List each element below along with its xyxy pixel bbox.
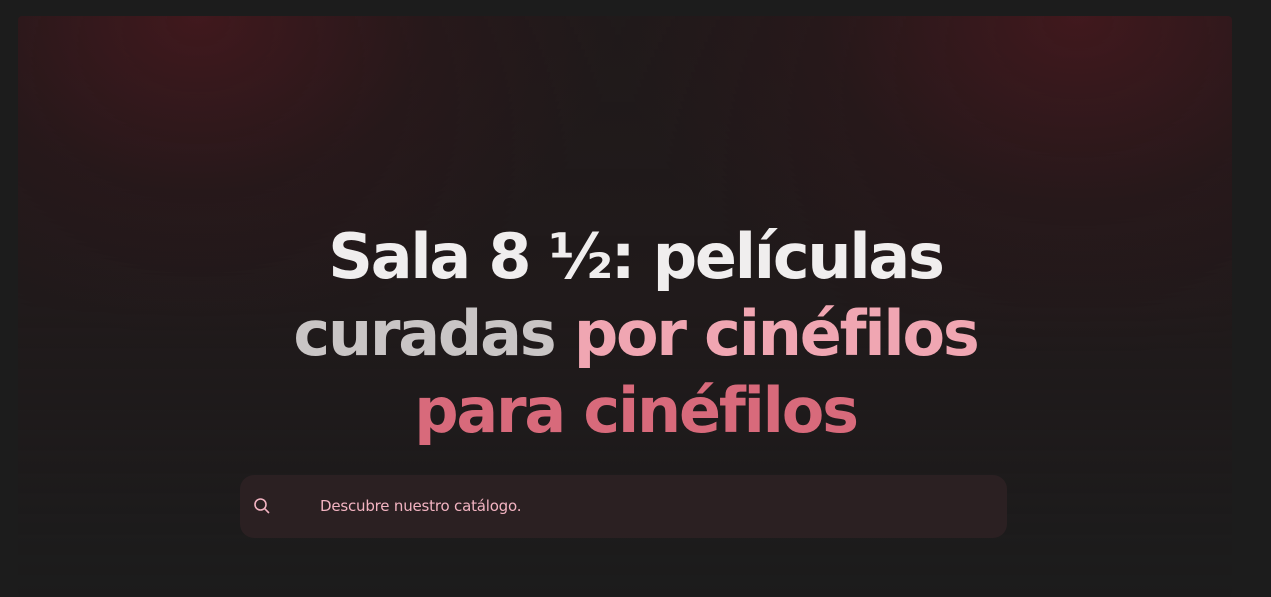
hero-title-line-2: curadas por cinéfilos bbox=[0, 295, 1271, 372]
hero-title-line-3: para cinéfilos bbox=[414, 374, 859, 447]
hero-title: Sala 8 ½: películas curadas por cinéfilo… bbox=[0, 218, 1271, 449]
search-icon[interactable] bbox=[253, 497, 271, 515]
hero-title-por-cinefilos: por cinéfilos bbox=[573, 297, 980, 370]
hero-title-line-1: Sala 8 ½: películas bbox=[328, 220, 945, 293]
hero-title-curadas: curadas bbox=[293, 297, 556, 370]
catalog-search-bar[interactable]: Descubre nuestro catálogo. bbox=[240, 475, 1007, 538]
search-input[interactable]: Descubre nuestro catálogo. bbox=[320, 496, 521, 516]
